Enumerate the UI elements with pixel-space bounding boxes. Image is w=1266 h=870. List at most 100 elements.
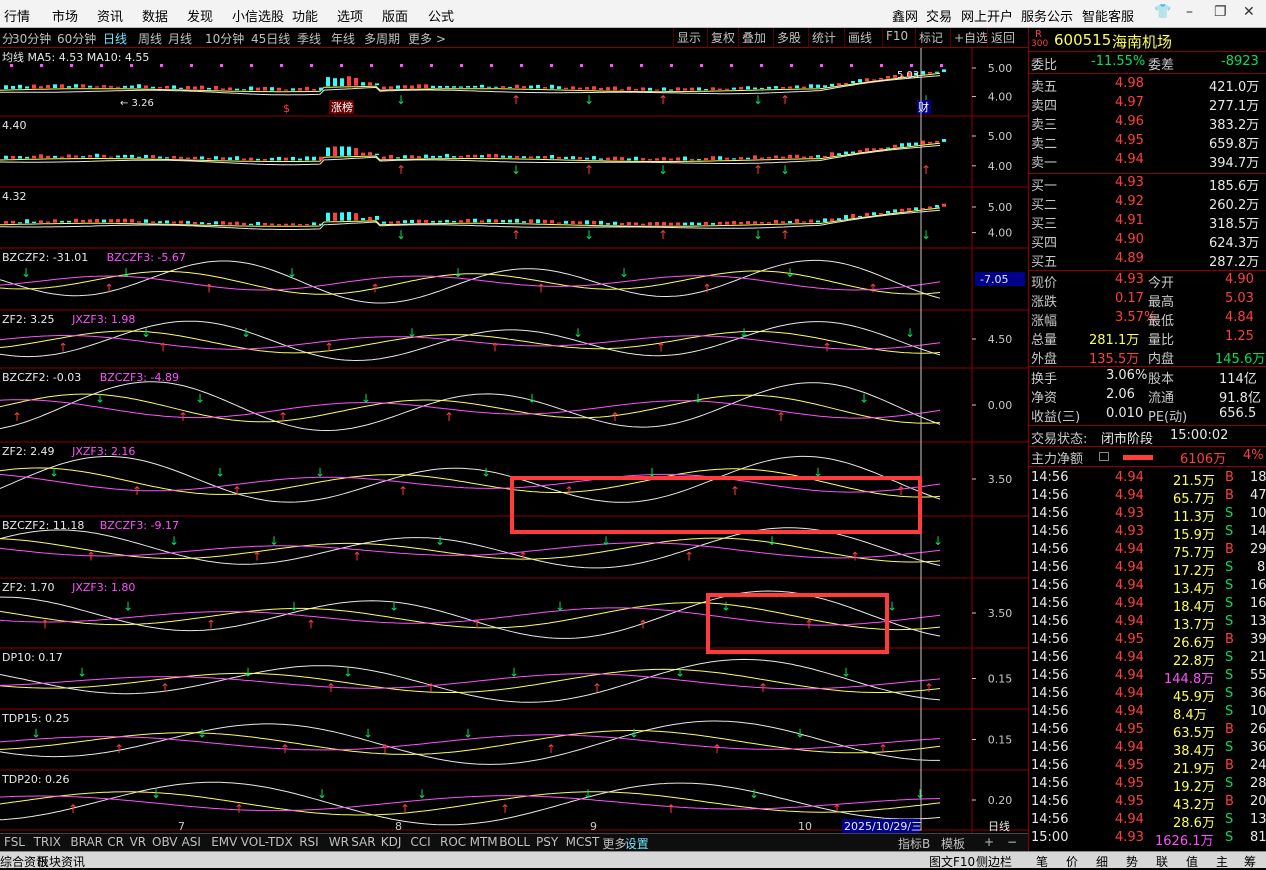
tool-4[interactable]: 统计 (808, 28, 839, 47)
quote-value2-1: 5.03 (1225, 291, 1254, 306)
ask-price-0[interactable]: 4.98 (1115, 76, 1144, 91)
period-6[interactable]: 10分钟 (205, 30, 244, 47)
menu-item-3[interactable]: 数据 (142, 6, 168, 25)
indicator-tab-3[interactable]: CR (107, 835, 124, 849)
indicator-tab-13[interactable]: CCI (410, 835, 430, 849)
menu-item-2[interactable]: 资讯 (97, 6, 123, 25)
candle-2 (18, 222, 22, 224)
menu-item-7[interactable]: 选项 (337, 6, 363, 25)
bottom-right-8[interactable]: 主 (1216, 853, 1228, 870)
signal-dot (640, 64, 643, 67)
mainflow-menu-icon[interactable] (1099, 452, 1109, 461)
sell-arrow-5: ↓ (95, 391, 105, 405)
indicator-tab-5[interactable]: OBV (152, 835, 178, 849)
bottom-right-7[interactable]: 值 (1186, 853, 1198, 870)
menu-right-item-3[interactable]: 服务公示 (1021, 6, 1073, 25)
indicator-tool-2[interactable]: + (984, 835, 994, 849)
candle-1 (655, 158, 659, 161)
indicator-tab-14[interactable]: ROC (440, 835, 466, 849)
tool-3[interactable]: 多股 (773, 28, 804, 47)
indicator-tool-1[interactable]: 模板 (941, 835, 965, 852)
indicator-tab-0[interactable]: FSL (4, 835, 25, 849)
period-4[interactable]: 周线 (138, 30, 162, 47)
indicator-tab-15[interactable]: MTM (470, 835, 498, 849)
bid-price-1[interactable]: 4.92 (1115, 194, 1144, 209)
period-9[interactable]: 年线 (331, 30, 355, 47)
stock-name[interactable]: 海南机场 (1112, 31, 1172, 52)
period-3[interactable]: 日线 (103, 30, 127, 47)
tool-5[interactable]: 画线 (844, 28, 875, 47)
period-2[interactable]: 60分钟 (57, 30, 96, 47)
bottom-right-4[interactable]: 细 (1096, 853, 1108, 870)
indicator-tool-0[interactable]: 指标B (898, 835, 930, 852)
indicator-tab-1[interactable]: TRIX (34, 835, 61, 849)
menu-item-9[interactable]: 公式 (428, 6, 454, 25)
kline-chart-area[interactable]: 均线 MA5: 4.53 MA10: 4.55 5.00 4.00 ↓ ↑ ↓ ↑ ↓ ↑ ↓ ← … (0, 48, 1028, 833)
bid-price-2[interactable]: 4.91 (1115, 213, 1144, 228)
tool-6[interactable]: F10 (882, 28, 911, 47)
period-5[interactable]: 月线 (168, 30, 192, 47)
tool-8[interactable]: +自选 (950, 28, 991, 47)
candle-2 (627, 222, 631, 226)
ask-price-4[interactable]: 4.94 (1115, 152, 1144, 167)
period-8[interactable]: 季线 (297, 30, 321, 47)
menu-item-1[interactable]: 市场 (52, 6, 78, 25)
indicator-tab-2[interactable]: BRAR (70, 835, 103, 849)
menu-right-item-1[interactable]: 交易 (926, 6, 952, 25)
indicator-tab-17[interactable]: PSY (536, 835, 558, 849)
indicator-tab-6[interactable]: ASI (182, 835, 201, 849)
bid-price-3[interactable]: 4.90 (1115, 232, 1144, 247)
close-icon[interactable]: ✕ (1243, 4, 1255, 20)
ask-price-3[interactable]: 4.95 (1115, 133, 1144, 148)
bottom-right-5[interactable]: 势 (1126, 853, 1138, 870)
period-1[interactable]: 30分钟 (12, 30, 51, 47)
tool-9[interactable]: 返回 (987, 28, 1018, 47)
minimize-icon[interactable]: – (1186, 4, 1193, 20)
tool-2[interactable]: 叠加 (738, 28, 769, 47)
indicator-tab-11[interactable]: SAR (351, 835, 375, 849)
indicator-tool-3[interactable]: − (1007, 835, 1017, 849)
bottom-right-2[interactable]: 笔 (1036, 853, 1048, 870)
tool-7[interactable]: 标记 (915, 28, 946, 47)
indicator-tab-9[interactable]: RSI (299, 835, 319, 849)
signal-dot (310, 64, 313, 67)
bottom-right-3[interactable]: 价 (1066, 853, 1078, 870)
menu-item-8[interactable]: 版面 (382, 6, 408, 25)
bottom-right-1[interactable]: 侧边栏 (976, 853, 1012, 870)
indicator-tab-19[interactable]: 更多 (602, 835, 626, 852)
menu-right-item-0[interactable]: 鑫网 (892, 6, 918, 25)
menu-item-0[interactable]: 行情 (4, 6, 30, 25)
indicator-tab-12[interactable]: KDJ (381, 835, 402, 849)
stat-label1-2: 收益(三) (1031, 410, 1081, 425)
restore-icon[interactable]: ❐ (1214, 4, 1227, 20)
shirt-icon[interactable]: 👕 (1154, 4, 1171, 20)
menu-right-item-2[interactable]: 网上开户 (961, 6, 1013, 25)
tool-0[interactable]: 显示 (673, 28, 704, 47)
menu-item-5[interactable]: 小信选股 (232, 6, 284, 25)
bottom-tab-1[interactable]: 板块资讯 (37, 853, 85, 870)
candle-2 (725, 221, 729, 225)
ask-price-1[interactable]: 4.97 (1115, 95, 1144, 110)
period-7[interactable]: 45日线 (251, 30, 290, 47)
candle-2 (389, 221, 393, 224)
bid-price-4[interactable]: 4.89 (1115, 251, 1144, 266)
menu-item-4[interactable]: 发现 (187, 6, 213, 25)
indicator-tab-16[interactable]: BOLL (499, 835, 530, 849)
indicator-tab-4[interactable]: VR (130, 835, 147, 849)
tool-1[interactable]: 复权 (707, 28, 738, 47)
indicator-tab-10[interactable]: WR (329, 835, 349, 849)
indicator-tab-18[interactable]: MCST (566, 835, 600, 849)
period-11[interactable]: 更多 > (408, 30, 446, 47)
bid-price-0[interactable]: 4.93 (1115, 175, 1144, 190)
indicator-tab-8[interactable]: VOL-TDX (241, 835, 293, 849)
indicator-tab-7[interactable]: EMV (211, 835, 237, 849)
menu-item-6[interactable]: 功能 (292, 6, 318, 25)
period-10[interactable]: 多周期 (364, 30, 400, 47)
bottom-right-9[interactable]: 筹 (1244, 853, 1256, 870)
bottom-right-6[interactable]: 联 (1156, 853, 1168, 870)
tick-count-16: 24 (1250, 758, 1266, 773)
indicator-tab-20[interactable]: 设置 (625, 835, 649, 852)
bottom-right-0[interactable]: 图文F10 (929, 853, 975, 870)
menu-right-item-4[interactable]: 智能客服 (1082, 6, 1134, 25)
ask-price-2[interactable]: 4.96 (1115, 114, 1144, 129)
